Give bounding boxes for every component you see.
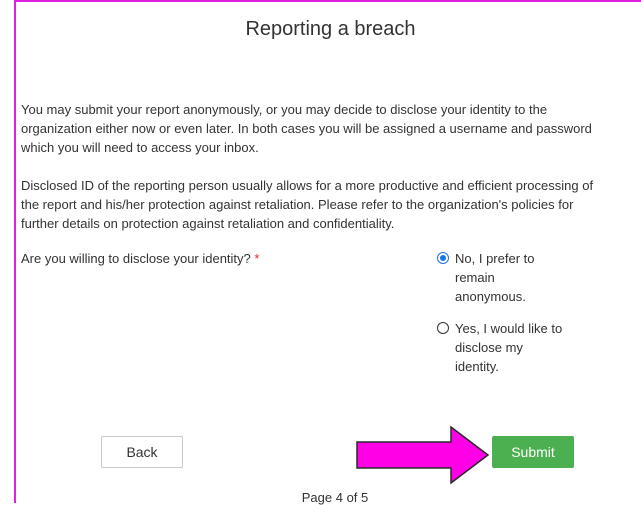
radio-option-anonymous[interactable]: No, I prefer to remain anonymous. — [437, 249, 565, 306]
paragraph-line: organization either now or even later. I… — [21, 121, 592, 136]
page-title: Reporting a breach — [245, 18, 416, 40]
submit-button[interactable]: Submit — [492, 436, 574, 468]
radio-unselected-icon[interactable] — [437, 322, 449, 334]
identity-question: Are you willing to disclose your identit… — [21, 251, 259, 266]
radio-label-anonymous[interactable]: No, I prefer to remain anonymous. — [455, 249, 565, 306]
required-marker: * — [254, 251, 260, 266]
paragraph-line: Disclosed ID of the reporting person usu… — [21, 178, 594, 193]
paragraph-line: which you will need to access your inbox… — [21, 140, 259, 155]
question-label: Are you willing to disclose your identit… — [21, 251, 251, 266]
paragraph-line: further details on protection against re… — [21, 216, 395, 231]
radio-label-disclose[interactable]: Yes, I would like to disclose my identit… — [455, 319, 565, 376]
anonymity-paragraph: You may submit your report anonymously, … — [21, 100, 641, 157]
arrow-right-icon — [356, 425, 490, 485]
paragraph-line: the report and his/her protection agains… — [21, 197, 574, 212]
radio-selected-icon[interactable] — [437, 252, 449, 264]
page-indicator: Page 4 of 5 — [301, 490, 369, 505]
paragraph-line: You may submit your report anonymously, … — [21, 102, 548, 117]
radio-option-disclose[interactable]: Yes, I would like to disclose my identit… — [437, 319, 565, 376]
back-button[interactable]: Back — [101, 436, 183, 468]
disclosure-paragraph: Disclosed ID of the reporting person usu… — [21, 176, 641, 233]
